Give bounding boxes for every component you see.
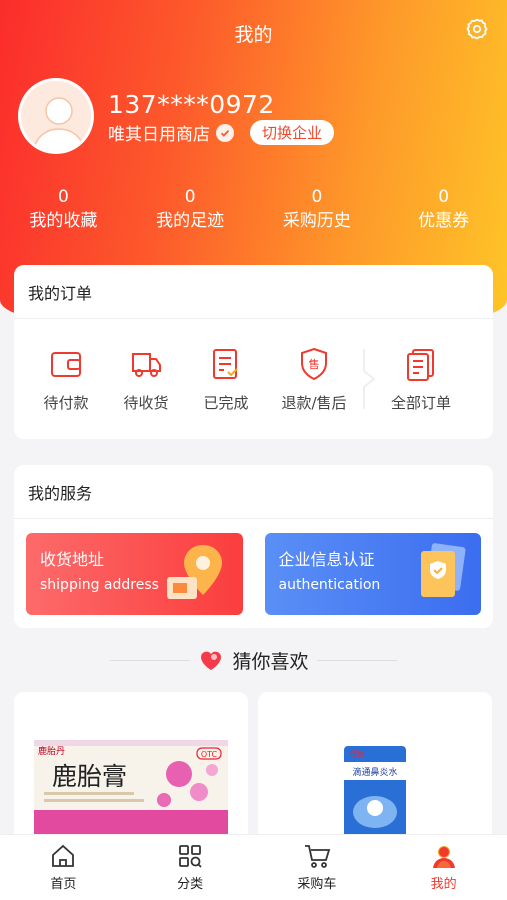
orders-icon: [407, 348, 434, 381]
tab-cart[interactable]: 采购车: [254, 835, 381, 900]
gear-icon[interactable]: [465, 17, 489, 41]
tab-label: 采购车: [297, 877, 337, 892]
category-icon: [179, 845, 202, 868]
product-brand: 恒信: [350, 749, 364, 758]
product-name: 滴通鼻炎水: [352, 766, 397, 778]
product-card[interactable]: 滴通鼻炎水 恒信: [258, 692, 492, 842]
product-name: 鹿胎膏: [52, 762, 127, 791]
stat-footprints[interactable]: 0 我的足迹: [127, 186, 254, 234]
divider: [110, 659, 191, 661]
orders-row: 待付款 待收货 已完成 售 退款/售后 全部订单: [14, 319, 493, 439]
company-authentication-tile[interactable]: 企业信息认证 authentication: [264, 533, 481, 615]
stat-label: 优惠券: [418, 211, 470, 231]
profile-icon: [432, 846, 455, 868]
order-label: 全部订单: [390, 393, 451, 412]
tab-label: 我的: [430, 877, 457, 892]
product-brand: 鹿胎丹: [38, 745, 65, 757]
services-title: 我的服务: [14, 465, 493, 519]
product-badge: OTC: [201, 750, 218, 759]
order-pending-payment[interactable]: 待付款: [26, 346, 106, 413]
location-pin-icon: [166, 545, 222, 599]
order-all[interactable]: 全部订单: [376, 346, 466, 413]
cart-icon: [304, 845, 331, 868]
order-label: 待付款: [43, 393, 89, 412]
verified-icon: [216, 123, 234, 142]
shop-row: 唯其日用商店 切换企业: [108, 120, 335, 145]
tab-mine[interactable]: 我的: [380, 835, 507, 900]
stat-count: 0: [57, 187, 69, 207]
services-card: 我的服务 收货地址 shipping address 企业信息认证 authen…: [14, 465, 493, 628]
services-row: 收货地址 shipping address 企业信息认证 authenticat…: [14, 519, 493, 629]
tab-label: 分类: [177, 877, 204, 892]
order-label: 退款/售后: [281, 393, 347, 412]
divider: [316, 659, 397, 661]
product-card[interactable]: OTC 鹿胎丹 鹿胎膏: [14, 692, 248, 842]
product-image: 滴通鼻炎水 恒信: [258, 692, 492, 842]
stat-count: 0: [184, 187, 196, 207]
recommend-header: 猜你喜欢: [0, 645, 507, 675]
shop-name: 唯其日用商店: [108, 125, 210, 145]
stat-label: 我的足迹: [156, 211, 225, 231]
shield-sale-icon: 售: [301, 347, 327, 380]
stat-label: 我的收藏: [29, 211, 98, 231]
recommend-title: 猜你喜欢: [232, 650, 309, 673]
certificate-icon: [421, 543, 466, 597]
tab-label: 首页: [50, 877, 77, 892]
wallet-icon: [51, 351, 81, 377]
switch-company-button[interactable]: 切换企业: [250, 120, 335, 145]
stat-label: 采购历史: [282, 211, 351, 231]
shipping-address-tile[interactable]: 收货地址 shipping address: [26, 533, 243, 615]
order-refund-aftersale[interactable]: 售 退款/售后: [266, 346, 362, 413]
tab-home[interactable]: 首页: [0, 835, 127, 900]
stats-row: 0 我的收藏 0 我的足迹 0 采购历史 0 优惠券: [0, 186, 507, 234]
stat-count: 0: [311, 187, 323, 207]
divider-arrow: [362, 349, 376, 409]
sale-glyph: 售: [309, 357, 320, 371]
orders-card: 我的订单 待付款 待收货 已完成 售 退款/售后 全部订单: [14, 265, 493, 439]
truck-icon: [132, 352, 161, 377]
stat-count: 0: [438, 187, 450, 207]
order-pending-receipt[interactable]: 待收货: [106, 346, 186, 413]
checklist-icon: [213, 348, 238, 379]
page-title: 我的: [234, 24, 273, 46]
bottom-tab-bar: 首页 分类 采购车 我的: [0, 834, 507, 900]
tab-category[interactable]: 分类: [127, 835, 254, 900]
home-icon: [52, 844, 75, 867]
product-image: OTC 鹿胎丹 鹿胎膏: [14, 692, 248, 842]
order-label: 已完成: [203, 393, 249, 412]
stat-favorites[interactable]: 0 我的收藏: [0, 186, 127, 234]
stat-coupons[interactable]: 0 优惠券: [380, 186, 507, 234]
heart-pin-icon: [201, 651, 222, 670]
order-label: 待收货: [123, 393, 169, 412]
stat-purchase-history[interactable]: 0 采购历史: [254, 186, 381, 234]
orders-title: 我的订单: [14, 265, 493, 319]
order-completed[interactable]: 已完成: [186, 346, 266, 413]
user-phone: 137****0972: [108, 90, 275, 119]
avatar[interactable]: [18, 78, 94, 154]
